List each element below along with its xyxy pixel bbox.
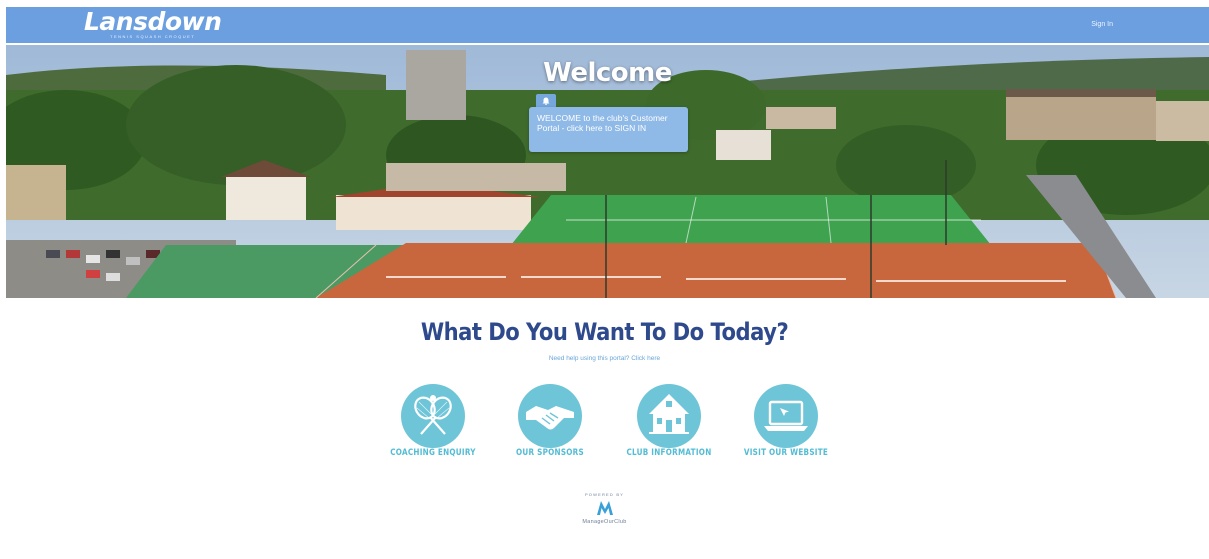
our-sponsors-label: OUR SPONSORS <box>516 448 584 458</box>
manageourclub-logo-icon[interactable] <box>596 500 614 516</box>
tennis-rackets-icon <box>401 384 465 448</box>
powered-by-label: POWERED BY <box>584 492 625 497</box>
visit-our-website-button[interactable]: VISIT OUR WEBSITE <box>731 384 841 464</box>
visit-our-website-label: VISIT OUR WEBSITE <box>743 448 829 458</box>
logo-text: Lansdown <box>84 7 222 36</box>
welcome-tab <box>536 94 556 108</box>
sign-in-link[interactable]: Sign In <box>1091 21 1113 28</box>
our-sponsors-button[interactable]: OUR SPONSORS <box>495 384 605 464</box>
manageourclub-brand[interactable]: ManageOurClub <box>0 519 1209 525</box>
coaching-enquiry-button[interactable]: COACHING ENQUIRY <box>378 384 488 464</box>
laptop-icon <box>754 384 818 448</box>
club-information-button[interactable]: CLUB INFORMATION <box>614 384 724 464</box>
welcome-signin-banner[interactable]: WELCOME to the club's Customer Portal - … <box>529 107 688 152</box>
club-logo[interactable]: Lansdown TENNIS SQUASH CROQUET <box>84 7 234 40</box>
hero-banner: Welcome WELCOME to the club's Customer P… <box>6 45 1209 298</box>
hero-title: Welcome <box>543 58 672 88</box>
club-information-label: CLUB INFORMATION <box>626 448 712 458</box>
coaching-enquiry-label: COACHING ENQUIRY <box>390 448 476 458</box>
help-link[interactable]: Need help using this portal? Click here <box>0 355 1209 362</box>
bell-icon <box>542 97 550 105</box>
clubhouse-icon <box>637 384 701 448</box>
handshake-icon <box>518 384 582 448</box>
top-nav-bar: Lansdown TENNIS SQUASH CROQUET Sign In <box>6 7 1209 45</box>
logo-subtitle: TENNIS SQUASH CROQUET <box>110 34 196 39</box>
page-title: What Do You Want To Do Today? <box>420 318 789 346</box>
